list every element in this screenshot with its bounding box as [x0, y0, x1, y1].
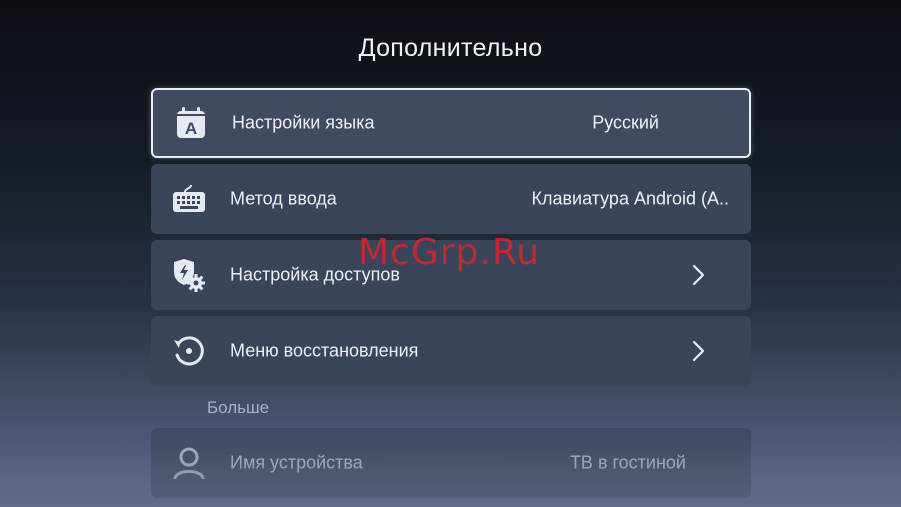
language-settings-label: Настройки языка [232, 112, 375, 133]
language-value: Русский [592, 112, 659, 133]
more-section-title: Больше [207, 398, 270, 417]
input-method-value: Клавиатура Android (A.. [531, 188, 729, 209]
language-icon: A [173, 105, 209, 141]
input-method-label: Метод ввода [230, 188, 337, 209]
language-settings-item[interactable]: A Настройки языка Русский [151, 88, 751, 158]
recovery-menu-label: Меню восстановления [230, 340, 419, 361]
chevron-right-icon [691, 340, 707, 362]
recovery-menu-item[interactable]: Меню восстановления [151, 316, 751, 386]
restore-icon [171, 333, 207, 369]
permissions-gear-icon [171, 257, 207, 293]
watermark-text: McGrp.Ru [358, 232, 541, 273]
input-method-item[interactable]: Метод ввода Клавиатура Android (A.. [151, 164, 751, 234]
chevron-right-icon [691, 264, 707, 286]
device-name-item[interactable]: Имя устройства ТВ в гостиной [151, 428, 751, 498]
svg-text:A: A [185, 119, 197, 138]
keyboard-icon [171, 181, 207, 217]
person-icon [171, 445, 207, 481]
device-name-label: Имя устройства [230, 452, 363, 473]
device-name-value: ТВ в гостиной [569, 452, 686, 473]
page-title: Дополнительно [358, 34, 543, 62]
